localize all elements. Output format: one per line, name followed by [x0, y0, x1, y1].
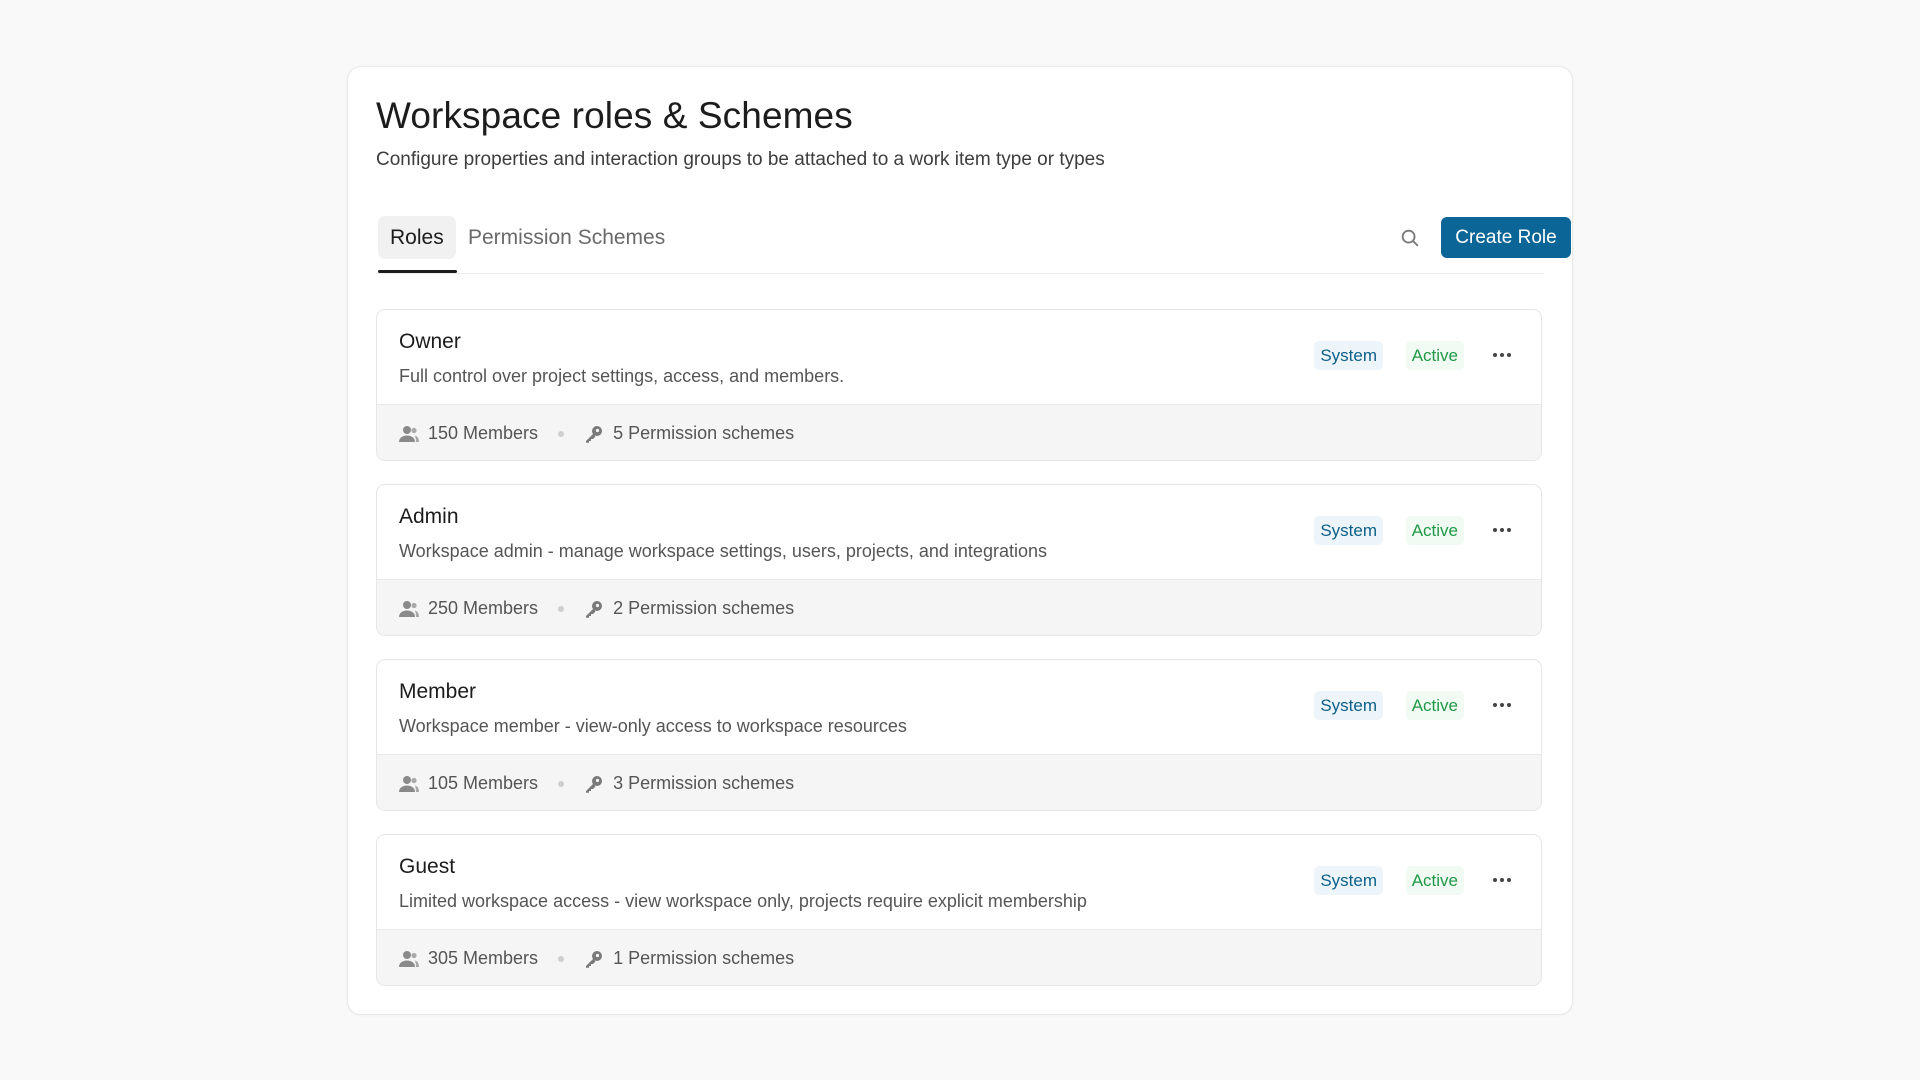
users-icon: [399, 774, 419, 794]
more-horizontal-icon: [1493, 353, 1511, 357]
role-card-owner[interactable]: Owner Full control over project settings…: [376, 309, 1542, 461]
status-badge: Active: [1405, 516, 1464, 545]
role-name: Owner: [399, 330, 461, 353]
users-icon: [399, 424, 419, 444]
member-count: 250 Members: [428, 598, 539, 618]
more-options-button[interactable]: [1487, 867, 1517, 893]
permission-scheme-count: 3 Permission schemes: [613, 773, 795, 793]
role-description: Workspace admin - manage workspace setti…: [399, 541, 1047, 561]
role-card-admin[interactable]: Admin Workspace admin - manage workspace…: [376, 484, 1542, 636]
separator-dot: [558, 605, 565, 612]
system-badge: System: [1314, 516, 1383, 545]
more-horizontal-icon: [1493, 528, 1511, 532]
role-card-footer: 105 Members 3 Permission schemes: [377, 754, 1541, 810]
role-card-footer: 305 Members 1 Permission schemes: [377, 929, 1541, 985]
page-title: Workspace roles & Schemes: [376, 95, 853, 136]
role-name: Member: [399, 680, 477, 703]
permission-scheme-count: 5 Permission schemes: [613, 423, 795, 443]
more-options-button[interactable]: [1487, 517, 1517, 543]
create-role-button[interactable]: Create Role: [1441, 217, 1571, 258]
tab-roles-label: Roles: [390, 225, 444, 249]
system-badge: System: [1314, 866, 1383, 895]
permission-scheme-count: 2 Permission schemes: [613, 598, 795, 618]
tab-bar: Roles Permission Schemes Create Role: [376, 216, 1571, 274]
role-name: Admin: [399, 505, 459, 528]
member-count: 150 Members: [428, 423, 539, 443]
search-icon: [1401, 229, 1419, 247]
permission-scheme-count: 1 Permission schemes: [613, 948, 795, 968]
key-icon: [584, 949, 604, 969]
more-options-button[interactable]: [1487, 342, 1517, 368]
more-options-button[interactable]: [1487, 692, 1517, 718]
status-badge: Active: [1405, 691, 1464, 720]
roles-list: Owner Full control over project settings…: [376, 309, 1544, 1009]
role-card-member[interactable]: Member Workspace member - view-only acce…: [376, 659, 1542, 811]
status-badge: Active: [1405, 341, 1464, 370]
separator-dot: [558, 955, 565, 962]
key-icon: [584, 424, 604, 444]
active-tab-indicator: [378, 270, 457, 273]
system-badge: System: [1314, 691, 1383, 720]
more-horizontal-icon: [1493, 878, 1511, 882]
role-card-guest[interactable]: Guest Limited workspace access - view wo…: [376, 834, 1542, 986]
role-description: Limited workspace access - view workspac…: [399, 891, 1087, 911]
tab-permission-schemes[interactable]: Permission Schemes: [456, 216, 677, 259]
member-count: 305 Members: [428, 948, 539, 968]
users-icon: [399, 949, 419, 969]
tab-permission-schemes-label: Permission Schemes: [468, 225, 666, 249]
key-icon: [584, 774, 604, 794]
role-card-header: Owner Full control over project settings…: [377, 310, 1541, 404]
separator-dot: [558, 430, 565, 437]
system-badge: System: [1314, 341, 1383, 370]
key-icon: [584, 599, 604, 619]
tab-roles[interactable]: Roles: [378, 216, 456, 259]
users-icon: [399, 599, 419, 619]
more-horizontal-icon: [1493, 703, 1511, 707]
role-card-header: Guest Limited workspace access - view wo…: [377, 835, 1541, 929]
search-button[interactable]: [1392, 220, 1428, 256]
role-card-header: Member Workspace member - view-only acce…: [377, 660, 1541, 754]
status-badge: Active: [1405, 866, 1464, 895]
roles-panel: Workspace roles & Schemes Configure prop…: [347, 66, 1573, 1015]
role-name: Guest: [399, 855, 456, 878]
role-card-footer: 150 Members 5 Permission schemes: [377, 404, 1541, 460]
member-count: 105 Members: [428, 773, 539, 793]
role-description: Full control over project settings, acce…: [399, 366, 845, 386]
role-description: Workspace member - view-only access to w…: [399, 716, 907, 736]
separator-dot: [558, 780, 565, 787]
role-card-header: Admin Workspace admin - manage workspace…: [377, 485, 1541, 579]
role-card-footer: 250 Members 2 Permission schemes: [377, 579, 1541, 635]
page-subtitle: Configure properties and interaction gro…: [376, 149, 1105, 170]
